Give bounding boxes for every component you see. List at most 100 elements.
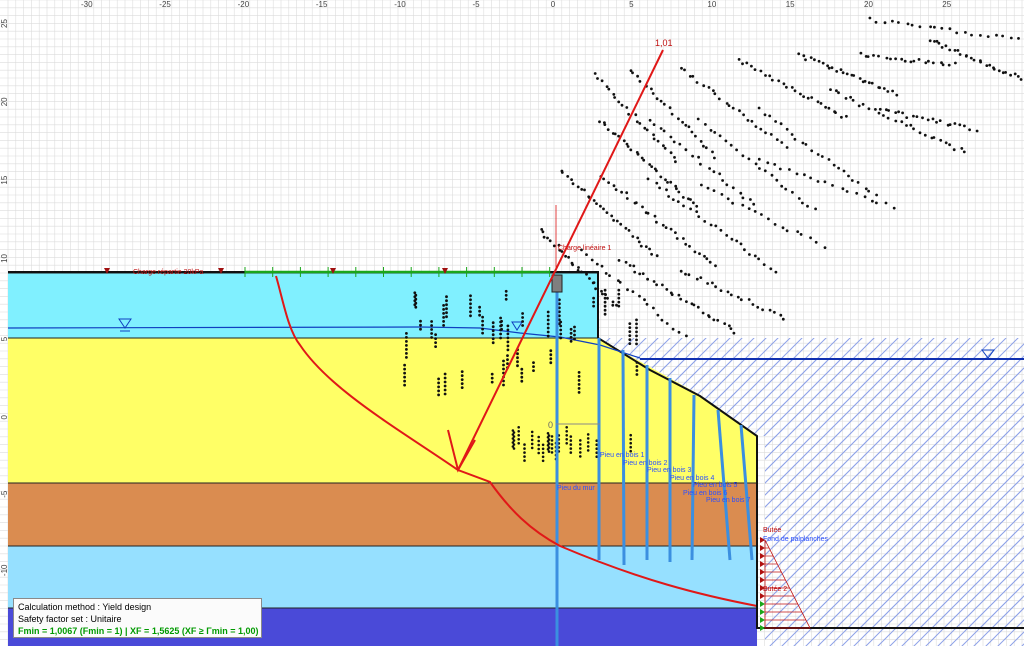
slip-point: [905, 116, 909, 119]
x-tick-label: 20: [864, 0, 873, 9]
slip-point: [546, 334, 550, 338]
slip-point: [675, 187, 678, 191]
slip-point: [506, 344, 510, 348]
slip-point: [559, 328, 563, 332]
slip-point: [559, 324, 563, 328]
slip-point: [835, 70, 839, 73]
slip-point: [895, 93, 899, 97]
slip-point: [693, 250, 697, 254]
slip-point: [917, 58, 921, 61]
support-mark: [760, 593, 765, 599]
slip-point: [502, 367, 505, 371]
slip-point: [530, 434, 534, 438]
slip-point: [608, 274, 611, 277]
support-mark: [760, 577, 765, 583]
support-mark: [760, 625, 765, 631]
slip-point: [602, 207, 605, 211]
pile-2-label: Pieu en bois 2: [623, 460, 667, 467]
pile-wall-label: Pieu du mur: [557, 485, 595, 492]
slip-point: [741, 203, 745, 207]
x-tick-label: -25: [159, 0, 171, 9]
slip-point: [611, 303, 615, 307]
slip-point: [674, 184, 678, 188]
geotech-canvas[interactable]: Charge répartie 20kPa Charge linéaire 1 …: [0, 0, 1024, 646]
slip-point: [537, 451, 540, 455]
slip-point: [586, 433, 590, 436]
slip-point: [912, 59, 916, 63]
slip-point: [434, 337, 437, 340]
slip-point: [952, 148, 956, 152]
slip-point: [517, 426, 520, 429]
slip-point: [620, 190, 623, 194]
slip-point: [617, 304, 621, 308]
slip-point: [747, 207, 751, 211]
slip-point: [775, 178, 779, 182]
slip-point: [685, 300, 688, 303]
slip-point: [648, 118, 652, 122]
slip-point: [748, 253, 751, 256]
slip-point: [403, 383, 406, 387]
slip-point: [603, 304, 607, 308]
slip-point: [665, 322, 669, 325]
slip-point: [781, 317, 785, 321]
slip-point: [668, 106, 672, 110]
slip-point: [414, 301, 418, 305]
slip-point: [823, 246, 827, 250]
slip-point: [689, 198, 692, 201]
slip-point: [844, 97, 848, 100]
slip-point: [599, 204, 602, 208]
slip-point: [948, 48, 952, 52]
slip-point: [688, 244, 691, 248]
slip-point: [953, 122, 957, 125]
slip-point: [646, 211, 650, 215]
slip-point: [684, 148, 688, 152]
slip-point: [537, 443, 540, 447]
slip-point: [901, 111, 904, 115]
slip-point: [894, 119, 898, 123]
slip-point: [682, 204, 685, 208]
slip-point: [569, 439, 573, 442]
slip-point: [688, 75, 692, 78]
slip-point: [617, 288, 621, 292]
slip-point: [547, 434, 551, 437]
slip-point: [767, 217, 770, 221]
slip-point: [706, 186, 710, 190]
slip-point: [705, 257, 709, 261]
slip-point: [1001, 34, 1004, 38]
slip-point: [603, 292, 607, 296]
result-text: Fmin = 1,0067 (Fmin = 1) | XF = 1,5625 (…: [18, 626, 259, 636]
slip-point: [549, 357, 553, 361]
slip-point: [697, 155, 700, 159]
slip-point: [760, 213, 763, 216]
slip-point: [929, 25, 932, 29]
svg-text:0: 0: [548, 420, 553, 430]
slip-point: [643, 126, 647, 130]
slip-point: [964, 54, 968, 58]
slip-point: [712, 170, 716, 174]
slip-point: [826, 64, 829, 68]
slip-point: [506, 348, 510, 352]
calculation-info-panel: Calculation method : Yield design Safety…: [13, 598, 262, 638]
slip-point: [804, 143, 808, 146]
slip-point: [442, 308, 445, 311]
slip-point: [569, 447, 573, 450]
slip-point: [627, 112, 630, 116]
slip-point: [644, 245, 648, 249]
slip-point: [875, 201, 878, 205]
slip-point: [729, 327, 733, 330]
slip-point: [577, 379, 581, 382]
slip-point: [677, 117, 680, 121]
slip-point: [460, 374, 464, 377]
slip-point: [757, 157, 761, 161]
slip-point: [712, 89, 715, 92]
slip-point: [636, 152, 640, 156]
slip-point: [691, 154, 694, 158]
slip-point: [677, 190, 681, 194]
slip-point: [627, 229, 631, 232]
slip-point: [469, 310, 472, 314]
x-tick-label: -15: [316, 0, 328, 9]
slip-point: [816, 153, 820, 156]
slip-point: [750, 64, 753, 68]
model-view[interactable]: Charge répartie 20kPa Charge linéaire 1 …: [0, 0, 1024, 646]
slip-point: [1019, 78, 1023, 81]
